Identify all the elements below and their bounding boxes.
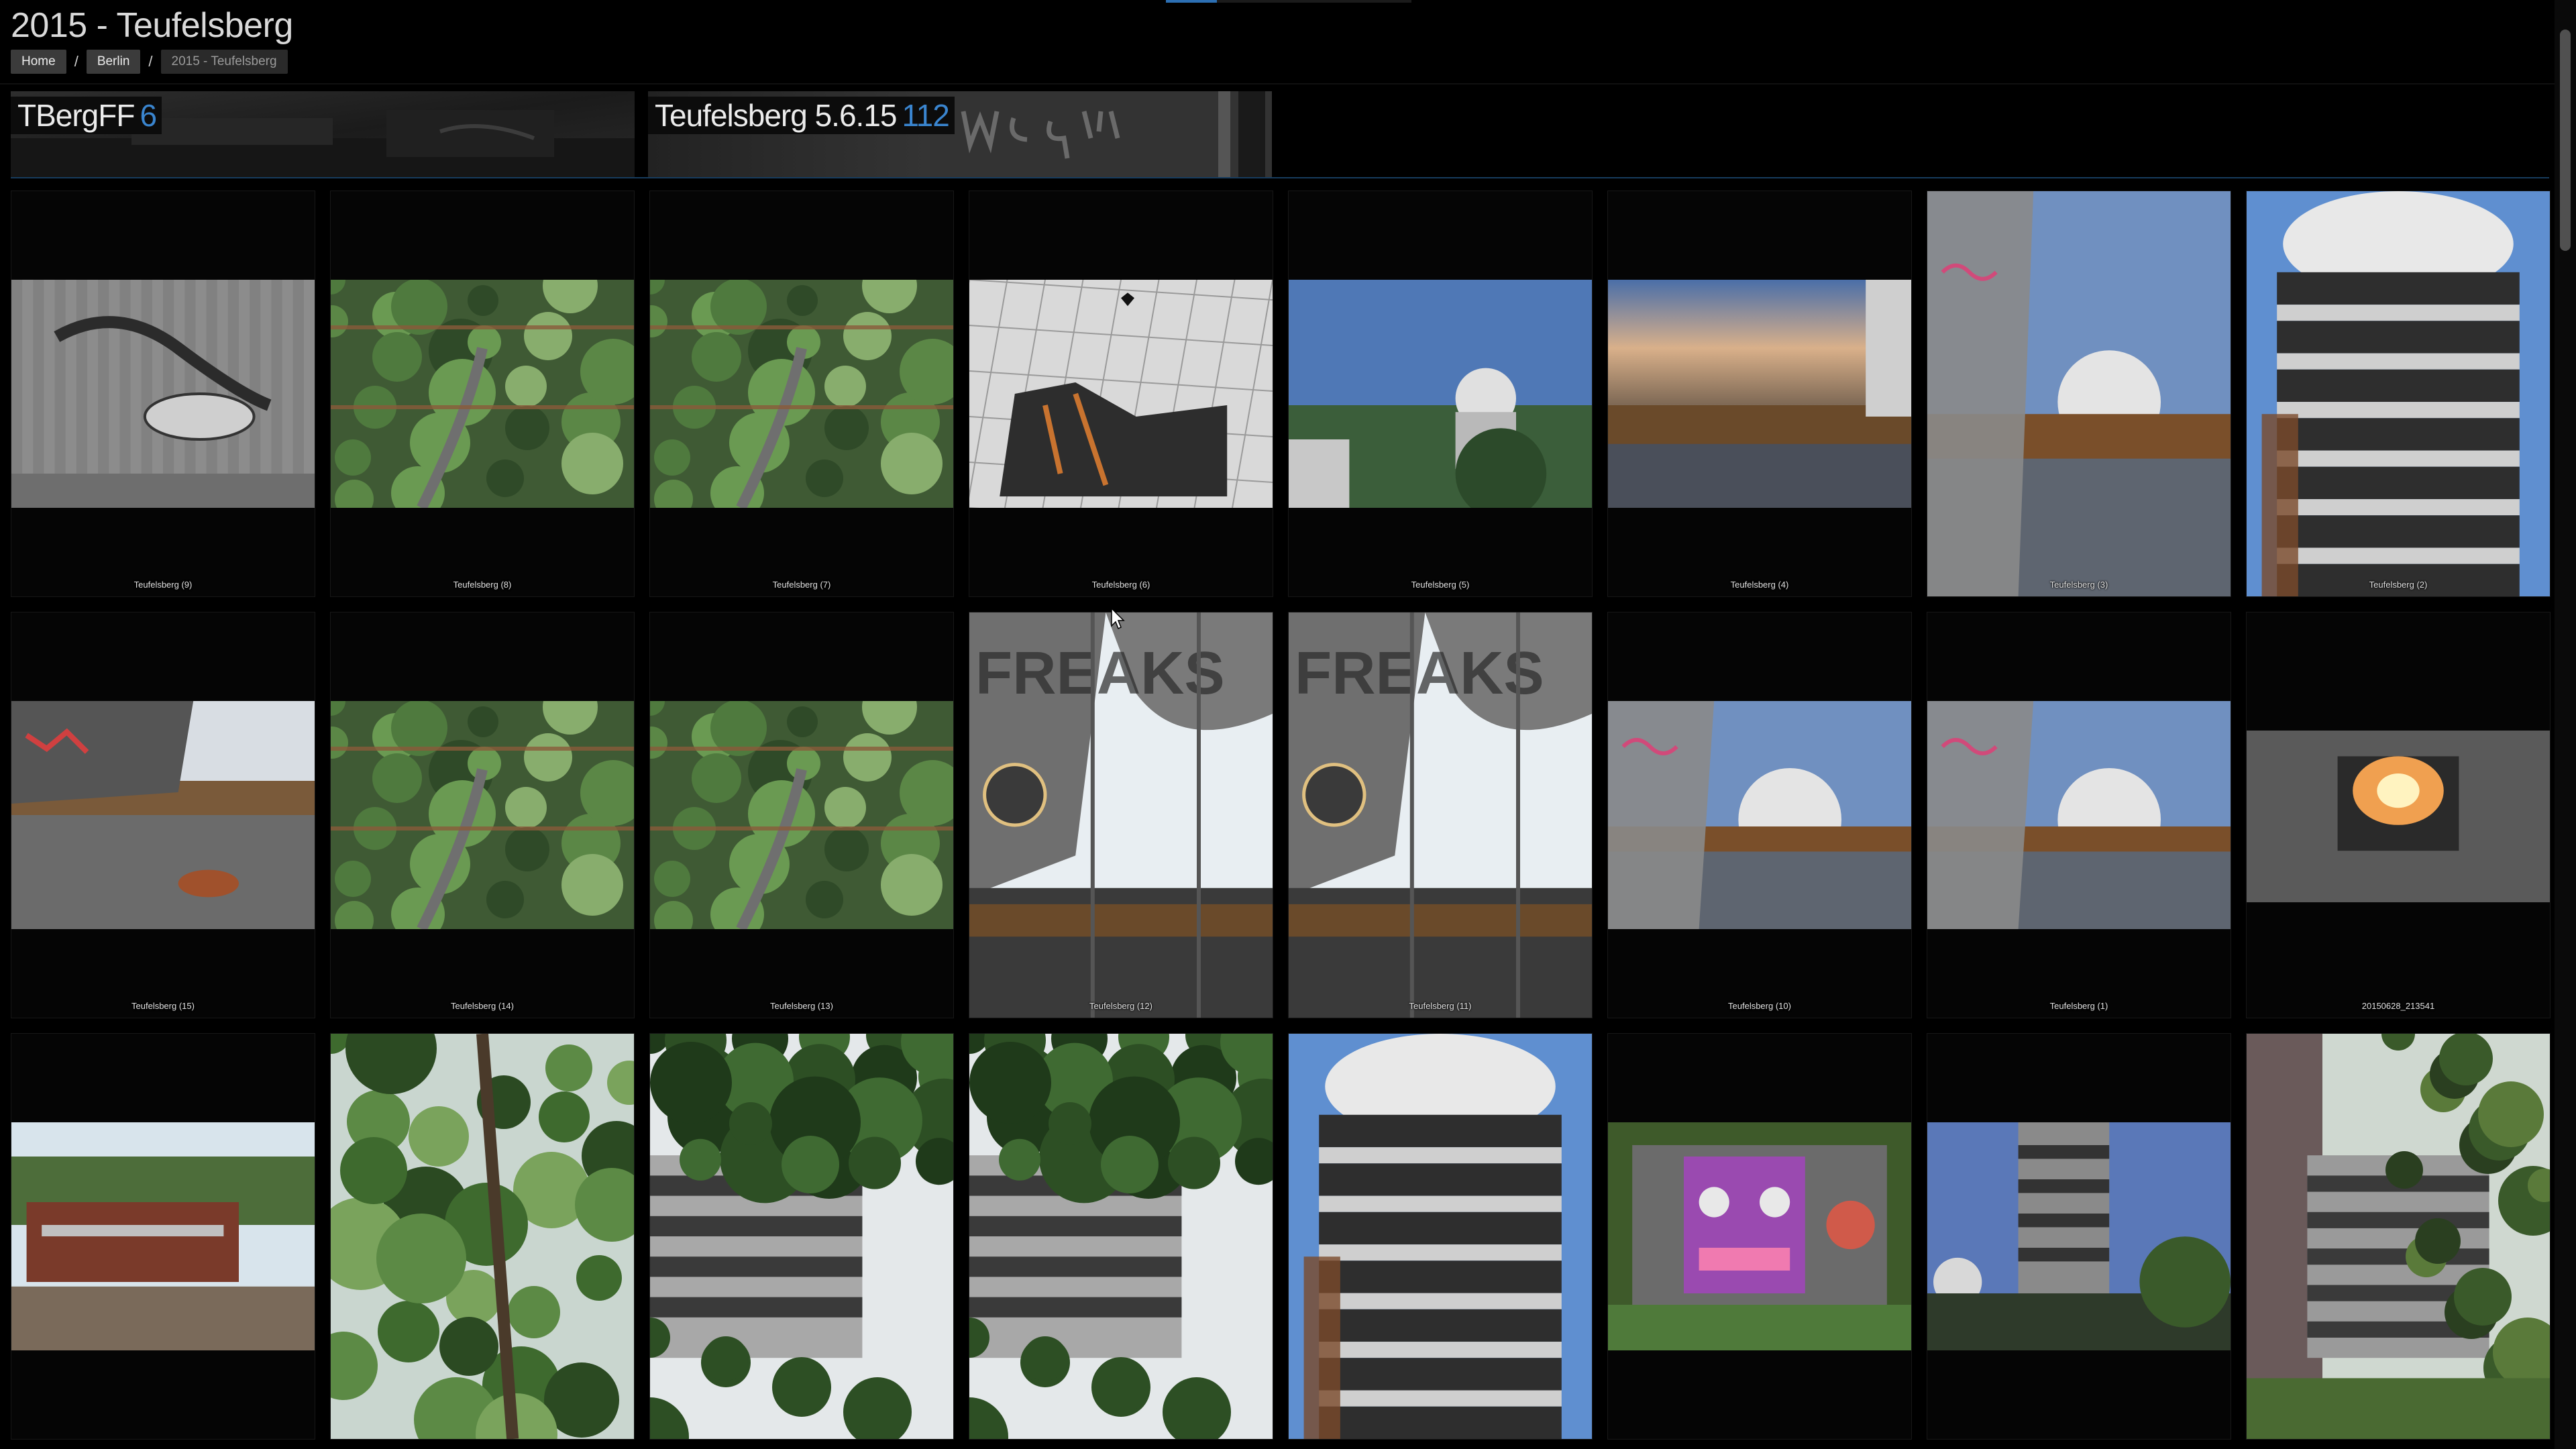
photo-tile[interactable]: Teufelsberg (1) <box>1927 612 2231 1018</box>
vertical-scrollbar[interactable] <box>2555 0 2576 1449</box>
page-progress-indicator <box>1166 0 1411 3</box>
svg-text:FREAKS: FREAKS <box>975 639 1225 707</box>
photo-tile[interactable]: Teufelsberg (6) <box>969 191 1273 597</box>
photo-caption: Teufelsberg (1) <box>2049 1001 2108 1011</box>
photo-caption: Teufelsberg (9) <box>133 580 193 590</box>
photo-thumbnail[interactable] <box>1608 701 1911 929</box>
gallery-page: 2015 - Teufelsberg Home / Berlin / 2015 … <box>0 0 2576 1449</box>
breadcrumb: Home / Berlin / 2015 - Teufelsberg <box>11 50 288 74</box>
breadcrumb-berlin-link[interactable]: Berlin <box>86 50 141 74</box>
photo-caption: Teufelsberg (13) <box>770 1001 833 1011</box>
photo-thumbnail[interactable] <box>969 1034 1273 1439</box>
album-card-teufelsberg-5-6-15[interactable]: Teufelsberg 5.6.15 112 <box>648 91 1272 177</box>
photo-caption: Teufelsberg (6) <box>1091 580 1150 590</box>
photo-thumbnail[interactable] <box>1289 280 1592 508</box>
photo-thumbnail[interactable]: FREAKS <box>1289 612 1592 1018</box>
photo-tile[interactable]: FREAKS Teufelsberg (11) <box>1288 612 1593 1018</box>
photo-tile[interactable]: Teufelsberg (9) <box>11 191 315 597</box>
photo-tile[interactable] <box>2246 1033 2551 1440</box>
album-card-tbergff[interactable]: TBergFF 6 <box>11 91 635 177</box>
page-title: 2015 - Teufelsberg <box>11 6 293 45</box>
photo-tile[interactable]: FREAKS Teufelsberg (12) <box>969 612 1273 1018</box>
photo-thumbnail[interactable] <box>1289 1034 1592 1439</box>
photo-thumbnail[interactable] <box>1927 191 2231 596</box>
photo-thumbnail[interactable]: FREAKS <box>969 612 1273 1018</box>
photo-caption: Teufelsberg (8) <box>453 580 512 590</box>
header-divider <box>0 83 2555 85</box>
photo-tile[interactable] <box>1288 1033 1593 1440</box>
photo-caption: Teufelsberg (2) <box>2369 580 2428 590</box>
album-name: TBergFF <box>17 98 135 133</box>
photo-tile[interactable]: Teufelsberg (8) <box>330 191 635 597</box>
breadcrumb-home-link[interactable]: Home <box>11 50 66 74</box>
photo-thumbnail[interactable] <box>11 1122 315 1350</box>
album-title: Teufelsberg 5.6.15 112 <box>648 97 955 134</box>
photo-caption: Teufelsberg (3) <box>2049 580 2108 590</box>
scrollbar-thumb[interactable] <box>2560 30 2571 251</box>
photo-tile[interactable]: Teufelsberg (4) <box>1607 191 1912 597</box>
photo-tile[interactable]: Teufelsberg (14) <box>330 612 635 1018</box>
photo-grid: Teufelsberg (9) Teufelsberg (8) Teufelsber… <box>11 191 2551 1449</box>
breadcrumb-separator: / <box>148 53 153 70</box>
photo-caption: Teufelsberg (4) <box>1730 580 1789 590</box>
photo-thumbnail[interactable] <box>650 280 953 508</box>
photo-tile[interactable] <box>969 1033 1273 1440</box>
photo-caption: Teufelsberg (7) <box>772 580 831 590</box>
photo-tile[interactable] <box>330 1033 635 1440</box>
photo-tile[interactable] <box>11 1033 315 1440</box>
photo-thumbnail[interactable] <box>2247 1034 2550 1439</box>
album-name: Teufelsberg 5.6.15 <box>655 98 897 133</box>
photo-tile[interactable]: Teufelsberg (7) <box>649 191 954 597</box>
photo-tile[interactable]: Teufelsberg (3) <box>1927 191 2231 597</box>
photo-thumbnail[interactable] <box>2247 191 2550 596</box>
mouse-pointer-icon <box>1111 608 1125 630</box>
photo-tile[interactable]: Teufelsberg (5) <box>1288 191 1593 597</box>
photo-tile[interactable] <box>1607 1033 1912 1440</box>
album-photo-count: 6 <box>140 98 157 133</box>
photo-caption: Teufelsberg (14) <box>451 1001 514 1011</box>
breadcrumb-current: 2015 - Teufelsberg <box>160 50 288 74</box>
photo-thumbnail[interactable] <box>2247 731 2550 902</box>
breadcrumb-separator: / <box>74 53 78 70</box>
photo-tile[interactable] <box>1927 1033 2231 1440</box>
photo-tile[interactable] <box>649 1033 954 1440</box>
photo-thumbnail[interactable] <box>1927 1122 2231 1350</box>
photo-thumbnail[interactable] <box>650 701 953 929</box>
photo-thumbnail[interactable] <box>11 701 315 929</box>
photo-tile[interactable]: Teufelsberg (10) <box>1607 612 1912 1018</box>
photo-caption: Teufelsberg (11) <box>1409 1001 1472 1011</box>
photo-thumbnail[interactable] <box>969 280 1273 508</box>
album-title: TBergFF 6 <box>11 97 162 134</box>
photo-tile[interactable]: 20150628_213541 <box>2246 612 2551 1018</box>
photo-thumbnail[interactable] <box>331 1034 634 1439</box>
album-photo-count: 112 <box>902 98 950 133</box>
photo-tile[interactable]: Teufelsberg (15) <box>11 612 315 1018</box>
photo-tile[interactable]: Teufelsberg (2) <box>2246 191 2551 597</box>
photo-tile[interactable]: Teufelsberg (13) <box>649 612 954 1018</box>
photo-thumbnail[interactable] <box>1927 701 2231 929</box>
albums-divider <box>11 177 2549 178</box>
photo-thumbnail[interactable] <box>650 1034 953 1439</box>
page-progress-fill <box>1166 0 1217 3</box>
photo-thumbnail[interactable] <box>11 280 315 508</box>
photo-caption: Teufelsberg (15) <box>131 1001 195 1011</box>
photo-caption: Teufelsberg (10) <box>1728 1001 1791 1011</box>
photo-thumbnail[interactable] <box>331 701 634 929</box>
photo-thumbnail[interactable] <box>1608 280 1911 508</box>
photo-thumbnail[interactable] <box>331 280 634 508</box>
photo-caption: Teufelsberg (5) <box>1411 580 1470 590</box>
photo-caption: 20150628_213541 <box>2361 1001 2435 1011</box>
photo-thumbnail[interactable] <box>1608 1122 1911 1350</box>
svg-text:FREAKS: FREAKS <box>1295 639 1544 707</box>
photo-caption: Teufelsberg (12) <box>1089 1001 1152 1011</box>
